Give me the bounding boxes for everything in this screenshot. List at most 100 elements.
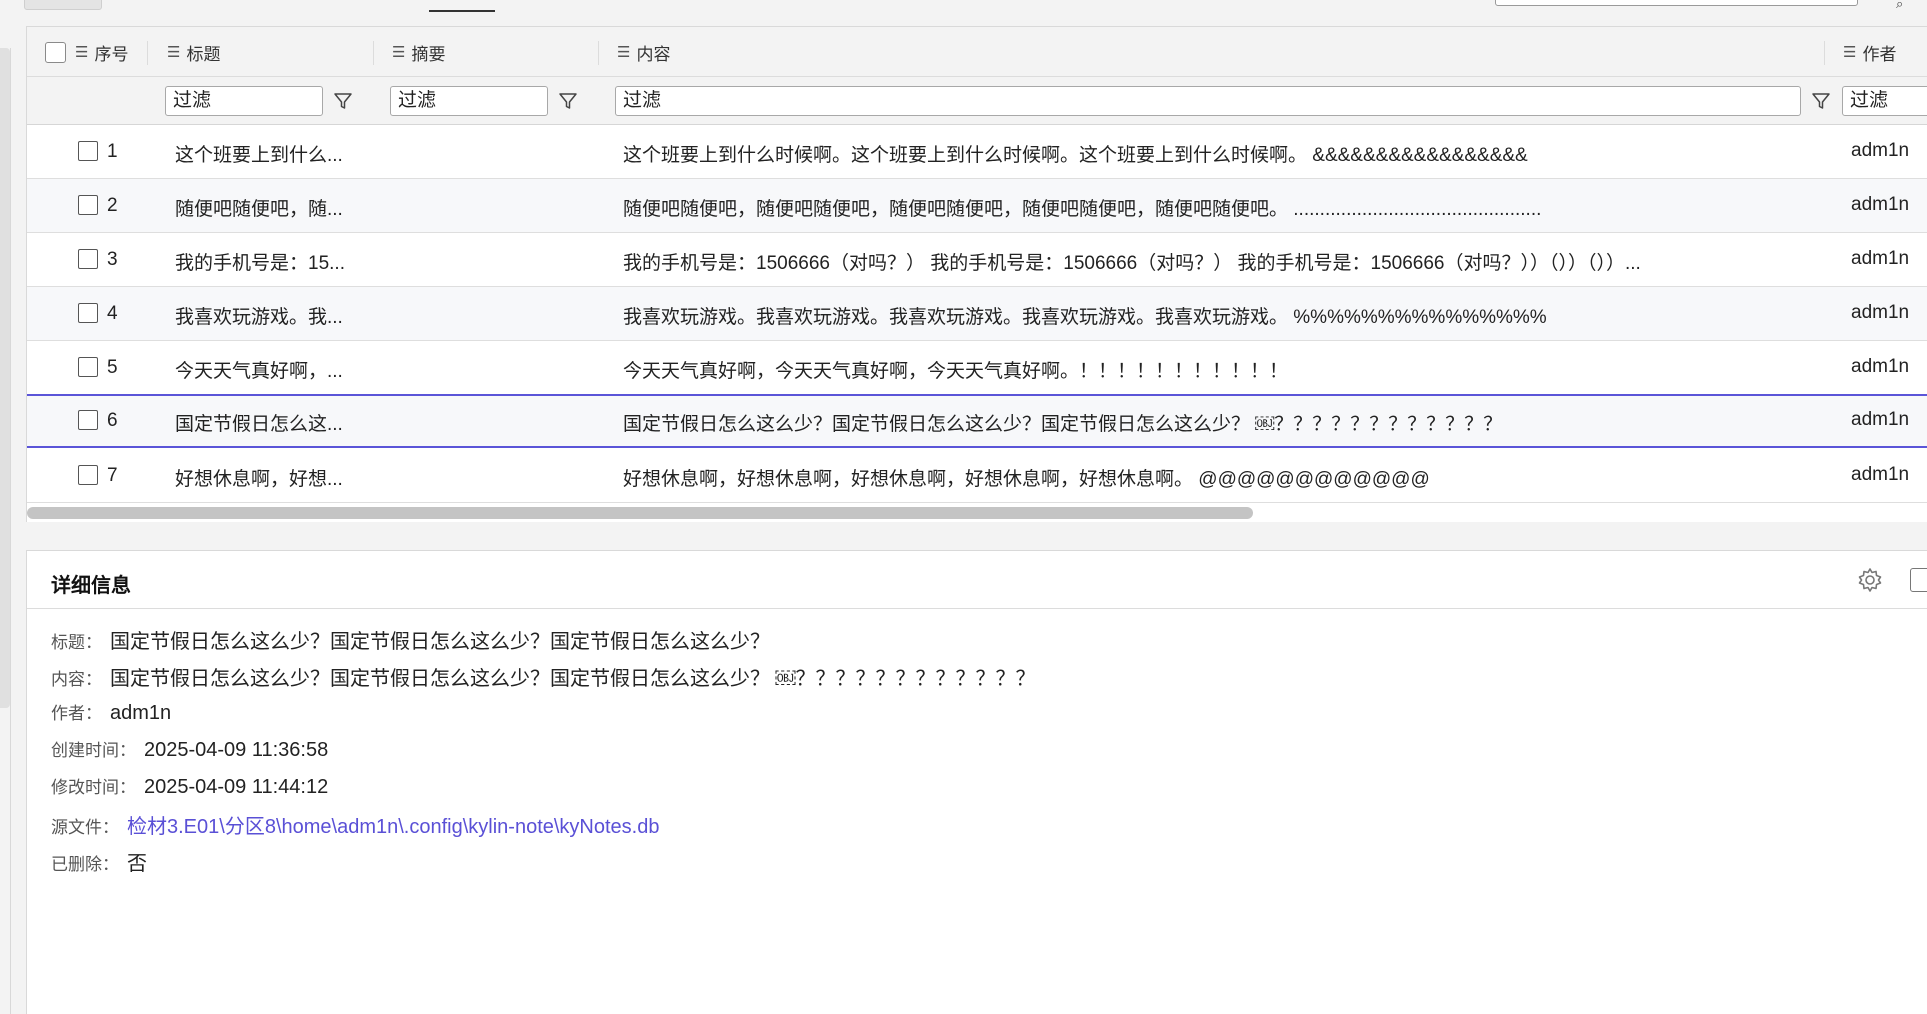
row-content: 我的手机号是：1506666（对吗？） 我的手机号是：1506666（对吗？） …: [623, 253, 1641, 274]
column-resize-handle[interactable]: [373, 41, 374, 65]
detail-field-source: 源文件： 检材3.E01\分区8\home\adm1n\.config\kyli…: [51, 810, 659, 839]
field-label: 修改时间：: [51, 778, 136, 797]
row-number: 7: [107, 465, 118, 486]
row-checkbox[interactable]: [78, 465, 98, 485]
detail-header: 详细信息: [27, 551, 1927, 609]
row-number: 3: [107, 249, 118, 270]
row-content: 我喜欢玩游戏。我喜欢玩游戏。我喜欢玩游戏。我喜欢玩游戏。我喜欢玩游戏。 %%%%…: [623, 307, 1547, 328]
row-title: 我的手机号是：15...: [175, 253, 345, 274]
column-header-label: 序号: [94, 44, 129, 64]
detail-panel: 详细信息 标题： 国定节假日怎么这么少？国定节假日怎么这么少？国定节假日怎么这么…: [26, 550, 1927, 1014]
row-checkbox[interactable]: [78, 141, 98, 161]
content-filter-input[interactable]: 过滤: [615, 86, 1801, 116]
column-resize-handle[interactable]: [1824, 41, 1825, 65]
detail-field-content: 内容： 国定节假日怎么这么少？国定节假日怎么这么少？国定节假日怎么这么少？ ￼？…: [51, 662, 1036, 691]
row-content: 国定节假日怎么这么少？国定节假日怎么这么少？国定节假日怎么这么少？ ￼？？？？？…: [623, 414, 1503, 435]
table-row[interactable]: 4 我喜欢玩游戏。我... 我喜欢玩游戏。我喜欢玩游戏。我喜欢玩游戏。我喜欢玩游…: [27, 287, 1927, 341]
row-checkbox[interactable]: [78, 410, 98, 430]
row-number: 1: [107, 141, 118, 162]
filter-icon[interactable]: [1807, 87, 1835, 115]
filter-icon[interactable]: [554, 87, 582, 115]
row-title: 我喜欢玩游戏。我...: [175, 307, 343, 328]
row-checkbox[interactable]: [78, 303, 98, 323]
search-input[interactable]: [1495, 0, 1858, 6]
field-value: 2025-04-09 11:44:12: [144, 776, 329, 798]
column-resize-handle[interactable]: [147, 41, 148, 65]
row-title: 好想休息啊，好想...: [175, 469, 343, 490]
column-header-summary[interactable]: ☰ 摘要: [392, 27, 445, 77]
filter-icon[interactable]: [329, 87, 357, 115]
table-row[interactable]: 5 今天天气真好啊，... 今天天气真好啊，今天天气真好啊，今天天气真好啊。！！…: [27, 341, 1927, 395]
row-number: 2: [107, 195, 118, 216]
row-checkbox[interactable]: [78, 357, 98, 377]
column-header-label: 作者: [1862, 44, 1897, 64]
field-label: 内容：: [51, 670, 102, 689]
table-row[interactable]: 1 这个班要上到什么... 这个班要上到什么时候啊。这个班要上到什么时候啊。这个…: [27, 125, 1927, 179]
left-divider: [10, 48, 11, 1014]
filter-row: 过滤 过滤 过滤 过滤: [27, 77, 1927, 125]
table-row[interactable]: 7 好想休息啊，好想... 好想休息啊，好想休息啊，好想休息啊，好想休息啊，好想…: [27, 449, 1927, 503]
row-content: 这个班要上到什么时候啊。这个班要上到什么时候啊。这个班要上到什么时候啊。 &&&…: [623, 145, 1528, 166]
table-row[interactable]: 2 随便吧随便吧，随... 随便吧随便吧，随便吧随便吧，随便吧随便吧，随便吧随便…: [27, 179, 1927, 233]
field-value: 2025-04-09 11:36:58: [144, 739, 329, 761]
gear-icon[interactable]: [1855, 565, 1885, 595]
column-header-seq[interactable]: ☰ 序号: [75, 27, 128, 77]
column-header-content[interactable]: ☰ 内容: [617, 27, 670, 77]
field-label: 作者：: [51, 704, 102, 723]
row-checkbox[interactable]: [78, 195, 98, 215]
notes-grid: ☰ 序号 ☰ 标题 ☰ 摘要 ☰ 内容 ☰ 作者 过滤 过滤 过滤 过滤 1 这…: [26, 26, 1927, 522]
row-number: 5: [107, 357, 118, 378]
top-button[interactable]: [24, 0, 102, 10]
grid-header: ☰ 序号 ☰ 标题 ☰ 摘要 ☰ 内容 ☰ 作者: [27, 27, 1927, 77]
left-scrollbar[interactable]: [0, 48, 10, 708]
list-icon: ☰: [1843, 44, 1857, 61]
title-filter-input[interactable]: 过滤: [165, 86, 323, 116]
column-resize-handle[interactable]: [598, 41, 599, 65]
column-header-label: 内容: [636, 44, 671, 64]
detail-field-modified: 修改时间： 2025-04-09 11:44:12: [51, 773, 328, 799]
field-value: 国定节假日怎么这么少？国定节假日怎么这么少？国定节假日怎么这么少？: [110, 631, 770, 653]
author-filter-input[interactable]: 过滤: [1842, 86, 1927, 116]
row-content: 随便吧随便吧，随便吧随便吧，随便吧随便吧，随便吧随便吧，随便吧随便吧。 ....…: [623, 199, 1542, 220]
column-header-title[interactable]: ☰ 标题: [167, 27, 220, 77]
column-header-author[interactable]: ☰ 作者: [1843, 27, 1896, 77]
row-author: adm1n: [1851, 409, 1910, 430]
row-checkbox[interactable]: [78, 249, 98, 269]
field-label: 源文件：: [51, 818, 119, 837]
field-label: 创建时间：: [51, 741, 136, 760]
row-title: 今天天气真好啊，...: [175, 361, 343, 382]
field-value: 否: [127, 853, 147, 875]
row-number: 4: [107, 303, 118, 324]
detail-field-author: 作者： adm1n: [51, 699, 171, 725]
search-icon[interactable]: ⌕: [1896, 0, 1903, 12]
panel-toggle-icon[interactable]: [1910, 568, 1927, 592]
row-title: 这个班要上到什么...: [175, 145, 343, 166]
field-value: 国定节假日怎么这么少？国定节假日怎么这么少？国定节假日怎么这么少？ ￼？？？？？…: [110, 668, 1036, 690]
row-title: 国定节假日怎么这...: [175, 414, 343, 435]
detail-field-created: 创建时间： 2025-04-09 11:36:58: [51, 736, 328, 762]
list-icon: ☰: [617, 44, 631, 61]
table-row[interactable]: 3 我的手机号是：15... 我的手机号是：1506666（对吗？） 我的手机号…: [27, 233, 1927, 287]
row-author: adm1n: [1851, 302, 1910, 323]
list-icon: ☰: [75, 44, 89, 61]
field-label: 标题：: [51, 633, 102, 652]
table-row-selected[interactable]: 6 国定节假日怎么这... 国定节假日怎么这么少？国定节假日怎么这么少？国定节假…: [27, 394, 1927, 448]
source-file-link[interactable]: 检材3.E01\分区8\home\adm1n\.config\kylin-not…: [127, 810, 659, 839]
summary-filter-input[interactable]: 过滤: [390, 86, 548, 116]
detail-title: 详细信息: [51, 575, 131, 597]
row-author: adm1n: [1851, 464, 1910, 485]
field-label: 已删除：: [51, 855, 119, 874]
row-author: adm1n: [1851, 140, 1910, 161]
row-author: adm1n: [1851, 194, 1910, 215]
list-icon: ☰: [167, 44, 181, 61]
row-content: 好想休息啊，好想休息啊，好想休息啊，好想休息啊，好想休息啊。 @@@@@@@@@…: [623, 469, 1430, 490]
top-toolbar: ⌕: [0, 0, 1927, 18]
column-header-label: 摘要: [411, 44, 446, 64]
active-tab-indicator: [429, 10, 495, 12]
row-content: 今天天气真好啊，今天天气真好啊，今天天气真好啊。！！！！！！！！！！！: [623, 361, 1289, 382]
detail-field-title: 标题： 国定节假日怎么这么少？国定节假日怎么这么少？国定节假日怎么这么少？: [51, 625, 770, 654]
select-all-checkbox[interactable]: [45, 42, 66, 63]
horizontal-scrollbar[interactable]: [27, 507, 1253, 519]
row-title: 随便吧随便吧，随...: [175, 199, 343, 220]
column-header-label: 标题: [186, 44, 221, 64]
